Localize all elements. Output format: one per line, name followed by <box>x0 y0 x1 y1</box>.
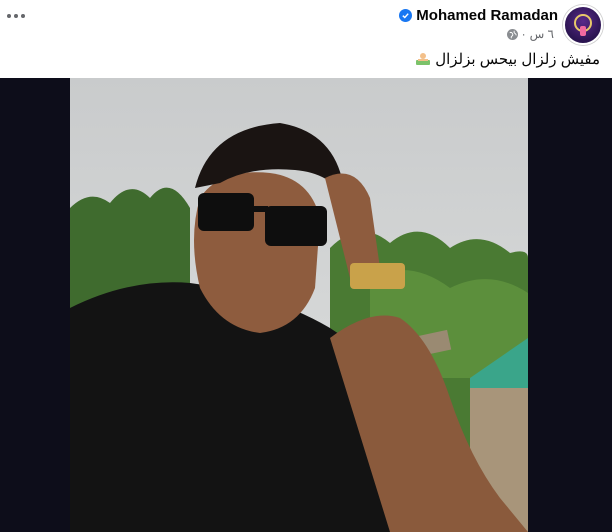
dot <box>21 14 25 18</box>
post-text-content: مفيش زلزال بيحس بزلزال <box>435 51 600 68</box>
author-name[interactable]: Mohamed Ramadan <box>416 7 558 24</box>
avatar-logo-figure <box>580 26 586 36</box>
avatar[interactable] <box>563 5 603 45</box>
post-meta: · ٦ س <box>506 27 554 41</box>
photo-image <box>70 78 528 532</box>
post-photo-frame <box>0 78 612 532</box>
author-row: Mohamed Ramadan <box>399 7 558 24</box>
globe-icon[interactable] <box>506 28 518 40</box>
more-options-button[interactable] <box>6 8 26 24</box>
post-text: مفيش زلزال بيحس بزلزال <box>415 50 600 68</box>
post-time[interactable]: ٦ س <box>530 27 554 41</box>
person-bathing-emoji <box>415 51 431 67</box>
dot <box>14 14 18 18</box>
post-photo[interactable] <box>70 78 528 532</box>
post-header: Mohamed Ramadan · ٦ س مفيش زلزال بيحس بز… <box>0 0 612 78</box>
dot <box>7 14 11 18</box>
meta-separator: · <box>521 27 526 41</box>
verified-badge-icon <box>399 9 413 22</box>
